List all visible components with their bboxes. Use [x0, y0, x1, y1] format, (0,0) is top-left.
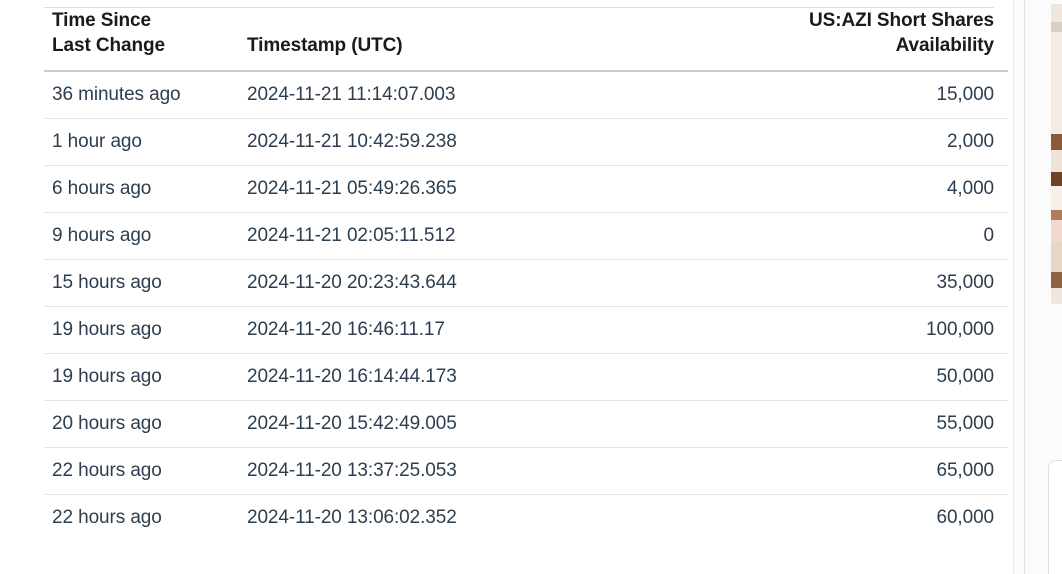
cell-availability: 0: [727, 212, 1008, 260]
cell-availability: 2,000: [727, 118, 1008, 166]
cell-timestamp: 2024-11-20 15:42:49.005: [247, 400, 727, 448]
cell-time-since: 15 hours ago: [44, 259, 247, 307]
table-row: 6 hours ago 2024-11-21 05:49:26.365 4,000: [44, 165, 1008, 213]
table-row: 9 hours ago 2024-11-21 02:05:11.512 0: [44, 212, 1008, 260]
column-header-timestamp[interactable]: Timestamp (UTC): [247, 8, 727, 72]
cell-time-since: 36 minutes ago: [44, 71, 247, 119]
table-row: 1 hour ago 2024-11-21 10:42:59.238 2,000: [44, 118, 1008, 166]
right-sidebar-rail: [1013, 0, 1062, 574]
cell-time-since: 22 hours ago: [52, 507, 162, 528]
cell-time-since: 9 hours ago: [44, 212, 247, 260]
cell-time-since: 20 hours ago: [44, 400, 247, 448]
sidebar-card[interactable]: [1048, 460, 1062, 574]
page-root: Time Since Last Change Timestamp (UTC) U…: [0, 0, 1062, 574]
column-header-time-since-line2: Last Change: [52, 35, 165, 56]
table-header: Time Since Last Change Timestamp (UTC) U…: [44, 8, 1008, 72]
table-row: 15 hours ago 2024-11-20 20:23:43.644 35,00…: [44, 259, 1008, 307]
column-header-availability[interactable]: US:AZI Short Shares Availability: [727, 8, 1008, 72]
cell-availability: 35,000: [727, 259, 1008, 307]
table-row: 22 hours ago 2024-11-20 13:06:02.352 60,00…: [44, 495, 1008, 542]
cell-availability: 65,000: [727, 447, 1008, 495]
cell-timestamp: 2024-11-21 05:49:26.365: [247, 165, 727, 213]
column-header-time-since-line1: Time Since: [52, 10, 151, 31]
cell-availability: 4,000: [727, 165, 1008, 213]
table-row: 19 hours ago 2024-11-20 16:14:44.173 50,00…: [44, 353, 1008, 401]
clipped-table-row-top: [44, 0, 994, 8]
cell-timestamp: 2024-11-20 16:46:11.17: [247, 306, 727, 354]
promo-image[interactable]: [1051, 4, 1062, 304]
cell-availability: 50,000: [727, 353, 1008, 401]
table-row: 22 hours ago 2024-11-20 13:37:25.053 65,00…: [44, 447, 1008, 495]
cell-timestamp: 2024-11-21 02:05:11.512: [247, 212, 727, 260]
cell-availability: 100,000: [727, 306, 1008, 354]
table-row: 36 minutes ago 2024-11-21 11:14:07.003 15,…: [44, 71, 1008, 119]
table-body: 36 minutes ago 2024-11-21 11:14:07.003 15,…: [44, 71, 1008, 541]
cell-time-since: 6 hours ago: [44, 165, 247, 213]
column-header-time-since[interactable]: Time Since Last Change: [44, 8, 247, 72]
rail-divider: [1024, 0, 1025, 574]
table-header-row: Time Since Last Change Timestamp (UTC) U…: [44, 8, 1008, 72]
cell-time-since: 19 hours ago: [44, 353, 247, 401]
cell-availability: 55,000: [727, 400, 1008, 448]
cell-availability: 15,000: [727, 71, 1008, 119]
cell-timestamp: 2024-11-21 11:14:07.003: [247, 71, 727, 119]
table-row: 20 hours ago 2024-11-20 15:42:49.005 55,00…: [44, 400, 1008, 448]
main-content-column: Time Since Last Change Timestamp (UTC) U…: [0, 0, 1013, 574]
cell-timestamp: 2024-11-20 20:23:43.644: [247, 259, 727, 307]
cell-availability: 60,000: [936, 507, 994, 528]
cell-timestamp: 2024-11-20 16:14:44.173: [247, 353, 727, 401]
table-row: 19 hours ago 2024-11-20 16:46:11.17 100,00…: [44, 306, 1008, 354]
cell-time-since: 19 hours ago: [44, 306, 247, 354]
cell-timestamp: 2024-11-21 10:42:59.238: [247, 118, 727, 166]
cell-time-since: 22 hours ago: [44, 447, 247, 495]
cell-timestamp: 2024-11-20 13:06:02.352: [247, 507, 457, 528]
cell-timestamp: 2024-11-20 13:37:25.053: [247, 447, 727, 495]
short-shares-availability-table: Time Since Last Change Timestamp (UTC) U…: [44, 8, 1008, 541]
cell-time-since: 1 hour ago: [44, 118, 247, 166]
